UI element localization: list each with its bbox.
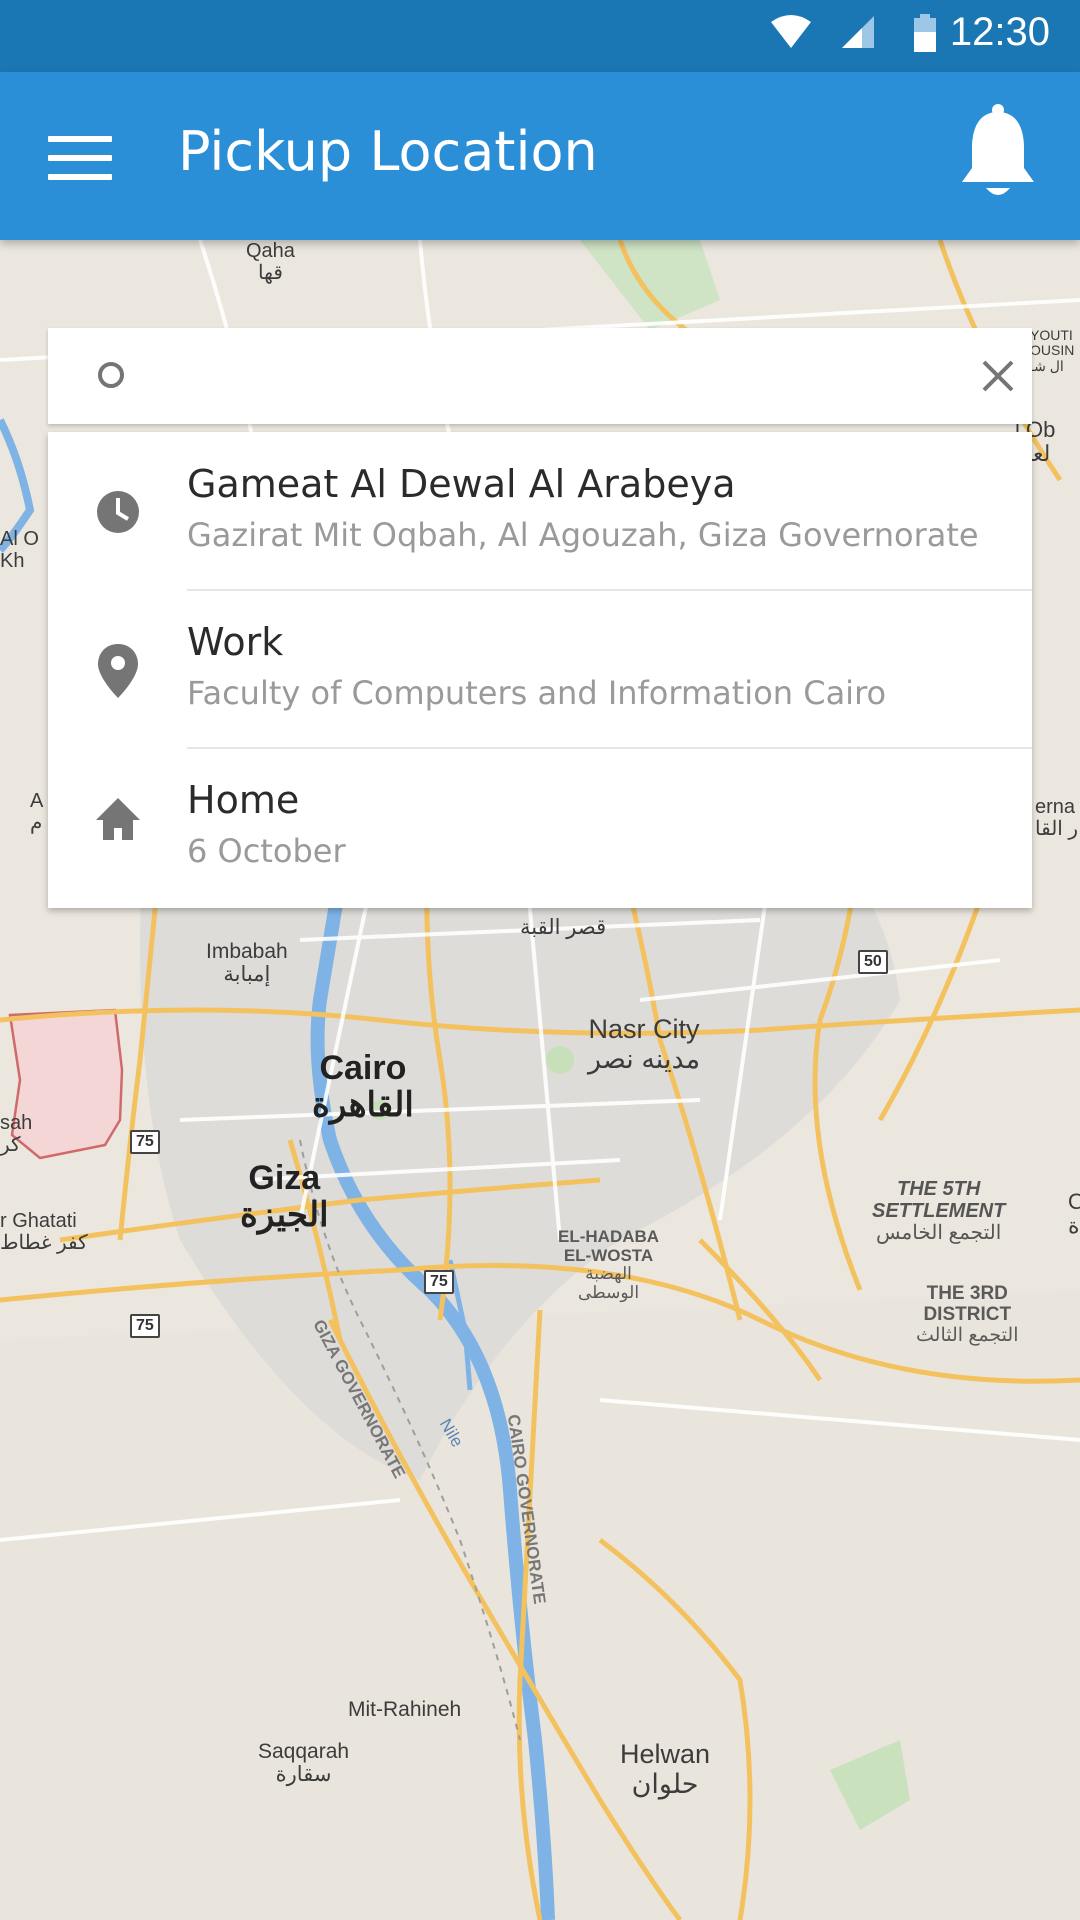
map-label: Mit-Rahineh <box>348 1698 462 1721</box>
suggestion-subtitle: Gazirat Mit Oqbah, Al Agouzah, Giza Gove… <box>187 516 979 554</box>
status-time: 12:30 <box>949 10 1050 54</box>
home-icon <box>96 798 140 840</box>
suggestion-subtitle: Faculty of Computers and Information Cai… <box>187 674 887 712</box>
map-label: Saqqarah سقارة <box>258 1740 350 1787</box>
map-label: Qaha قها <box>246 240 295 284</box>
search-box <box>48 328 1032 424</box>
map-label: Imbabah إمبابة <box>206 940 288 987</box>
search-origin-icon <box>98 362 124 388</box>
map-label: Oة <box>1068 1189 1080 1239</box>
suggestion-subtitle: 6 October <box>187 832 346 870</box>
clock-icon <box>97 491 139 533</box>
route-shield: 75 <box>130 1314 160 1338</box>
list-item[interactable]: Work Faculty of Computers and Informatio… <box>48 590 1032 746</box>
map-label: Nasr City مدينه نصر <box>588 1014 701 1074</box>
map-label: sah كر <box>0 1112 33 1156</box>
map-label: Cairo القاهرة <box>312 1049 414 1125</box>
suggestion-title: Gameat Al Dewal Al Arabeya <box>187 462 736 506</box>
map-label: erna ر القا <box>1035 796 1079 840</box>
route-shield: 75 <box>424 1270 454 1294</box>
map-label: YOUTI OUSIN ال شـ <box>1030 327 1075 374</box>
wifi-icon <box>771 15 811 48</box>
suggestion-title: Work <box>187 620 284 664</box>
battery-icon <box>914 14 936 52</box>
route-shield: 75 <box>130 1130 160 1154</box>
map-label: Helwan حلوان <box>620 1739 711 1799</box>
close-icon[interactable] <box>976 354 1020 398</box>
map-label: Giza الجيزة <box>240 1159 329 1235</box>
hamburger-menu-icon[interactable] <box>48 136 112 180</box>
cellular-signal-icon <box>842 16 874 48</box>
map-label: Aم <box>30 790 44 834</box>
location-pin-icon <box>98 644 138 698</box>
list-item[interactable]: Home 6 October <box>48 748 1032 904</box>
list-item[interactable]: Gameat Al Dewal Al Arabeya Gazirat Mit O… <box>48 432 1032 588</box>
map-label: THE 3RD DISTRICT التجمع الثالث <box>916 1283 1019 1346</box>
route-shield: 50 <box>858 950 888 974</box>
map-label: EL-HADABA EL-WOSTA الهضبة الوسطى <box>558 1227 660 1303</box>
suggestions-list: Gameat Al Dewal Al Arabeya Gazirat Mit O… <box>48 432 1032 908</box>
app-bar: Pickup Location <box>0 72 1080 240</box>
status-bar: 12:30 <box>0 0 1080 72</box>
map-label: قصر القبة <box>520 916 607 939</box>
map-label: Al O Kh <box>0 528 39 572</box>
suggestion-title: Home <box>187 778 300 822</box>
map-label: r Ghatati كفر غطاط <box>0 1210 88 1254</box>
page-title: Pickup Location <box>178 120 598 183</box>
map-label: THE 5TH SETTLEMENT التجمع الخامس <box>872 1178 1006 1244</box>
notification-bell-icon[interactable] <box>958 102 1038 206</box>
search-input[interactable] <box>158 348 922 406</box>
